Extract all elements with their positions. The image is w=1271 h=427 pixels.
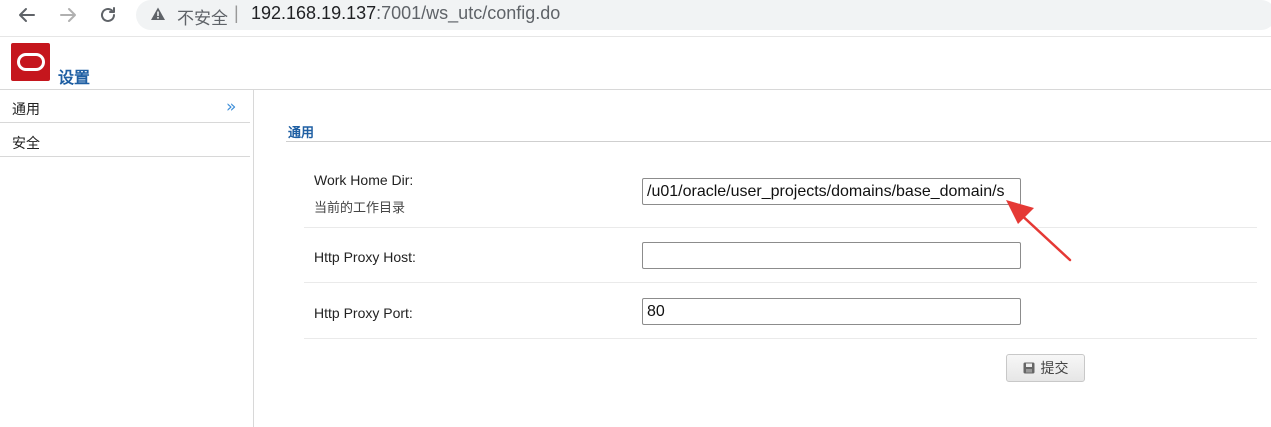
work-home-dir-input[interactable]: [642, 178, 1021, 205]
security-label[interactable]: 不安全: [177, 4, 228, 29]
sidebar-item-label: 安全: [12, 136, 40, 152]
row-divider: [304, 282, 1257, 283]
page-title: 设置: [58, 68, 91, 87]
annotation-arrow-icon: [1006, 200, 1072, 262]
back-icon: [19, 8, 35, 22]
save-icon: [1023, 362, 1034, 374]
url-path: :7001/ws_utc/config.do: [376, 3, 561, 23]
sidebar-item-label: 通用: [12, 102, 40, 118]
sidebar-item-general[interactable]: 通用 »: [0, 90, 250, 123]
forward-icon: [60, 8, 76, 22]
oracle-logo: [11, 43, 50, 81]
browser-toolbar: 不安全 | 192.168.19.137:7001/ws_utc/config.…: [0, 0, 1271, 33]
browser-divider: [0, 36, 1271, 37]
double-chevron-right-icon[interactable]: »: [226, 97, 236, 117]
back-button[interactable]: [14, 2, 40, 28]
sidebar-item-security[interactable]: 安全: [0, 124, 250, 157]
work-home-dir-label: Work Home Dir:: [314, 172, 414, 188]
logo-ring-icon: [16, 53, 45, 71]
submit-button[interactable]: 提交: [1006, 354, 1085, 382]
url-separator: |: [234, 3, 239, 23]
reload-button[interactable]: [95, 2, 121, 28]
section-divider: [286, 141, 1271, 142]
url-text[interactable]: 192.168.19.137:7001/ws_utc/config.do: [251, 3, 560, 24]
submit-label: 提交: [1040, 361, 1069, 377]
http-proxy-port-label: Http Proxy Port:: [314, 305, 413, 321]
row-divider: [304, 227, 1257, 228]
sidebar: 通用 » 安全: [0, 90, 254, 427]
reload-icon: [101, 7, 115, 22]
forward-button[interactable]: [55, 2, 81, 28]
http-proxy-port-input[interactable]: [642, 298, 1021, 325]
row-divider: [304, 338, 1257, 339]
http-proxy-host-input[interactable]: [642, 242, 1021, 269]
warning-icon: [151, 7, 165, 20]
url-host: 192.168.19.137: [251, 3, 377, 23]
work-home-dir-sublabel: 当前的工作目录: [314, 201, 406, 216]
http-proxy-host-label: Http Proxy Host:: [314, 249, 416, 265]
section-title: 通用: [288, 126, 315, 141]
